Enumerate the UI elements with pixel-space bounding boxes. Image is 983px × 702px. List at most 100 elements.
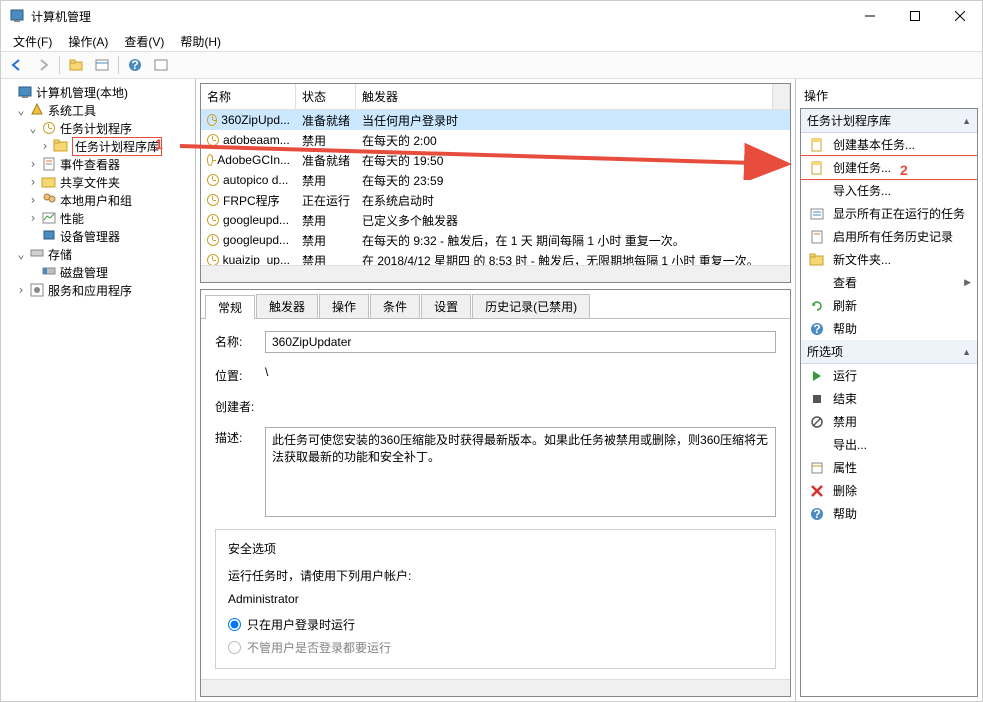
refresh-button[interactable]: [149, 54, 173, 76]
tree-event-viewer[interactable]: ›事件查看器: [3, 155, 193, 173]
action-启用所有任务历史记录[interactable]: 启用所有任务历史记录: [801, 225, 977, 248]
menu-action[interactable]: 操作(A): [62, 31, 114, 52]
action-刷新[interactable]: 刷新: [801, 294, 977, 317]
task-row[interactable]: autopico d...禁用在每天的 23:59: [201, 170, 790, 190]
clock-icon: [207, 254, 219, 265]
action-禁用[interactable]: 禁用: [801, 410, 977, 433]
doc-icon: [809, 137, 825, 153]
detail-scrollbar[interactable]: [201, 679, 790, 696]
forward-button[interactable]: [31, 54, 55, 76]
clock-icon: [207, 134, 219, 146]
svg-text:?: ?: [813, 322, 820, 336]
up-button[interactable]: [64, 54, 88, 76]
tab-general[interactable]: 常规: [205, 295, 255, 319]
tree-root[interactable]: 计算机管理(本地): [3, 83, 193, 101]
task-row[interactable]: adobeaam...禁用在每天的 2:00: [201, 130, 790, 150]
clock-icon: [207, 194, 219, 206]
security-subtitle: 运行任务时，请使用下列用户帐户:: [228, 567, 763, 584]
task-row[interactable]: googleupd...禁用在每天的 9:32 - 触发后，在 1 天 期间每隔…: [201, 230, 790, 250]
toolbar: ?: [1, 51, 982, 79]
actions-pane: 操作 任务计划程序库▲ 创建基本任务...创建任务...导入任务...显示所有正…: [796, 79, 982, 701]
tree-disk-mgmt[interactable]: 磁盘管理: [3, 263, 193, 281]
tab-triggers[interactable]: 触发器: [256, 294, 318, 318]
action-帮助[interactable]: ?帮助: [801, 502, 977, 525]
action-运行[interactable]: 运行: [801, 364, 977, 387]
action-帮助[interactable]: ?帮助: [801, 317, 977, 340]
tab-history[interactable]: 历史记录(已禁用): [472, 294, 590, 318]
menu-help[interactable]: 帮助(H): [174, 31, 227, 52]
actions-group-library[interactable]: 任务计划程序库▲: [801, 109, 977, 133]
svg-text:?: ?: [813, 507, 820, 521]
task-detail-panel: 常规 触发器 操作 条件 设置 历史记录(已禁用) 名称:360ZipUpdat…: [200, 289, 791, 697]
delete-icon: [809, 483, 825, 499]
help-icon: ?: [809, 321, 825, 337]
menu-view[interactable]: 查看(V): [118, 31, 170, 52]
maximize-button[interactable]: [892, 1, 937, 31]
task-list: 名称 状态 触发器 360ZipUpd...准备就绪当任何用户登录时adobea…: [200, 83, 791, 283]
folder-icon: [809, 252, 825, 268]
col-header-status[interactable]: 状态: [296, 84, 356, 109]
clock-icon: [207, 214, 219, 226]
action-属性[interactable]: 属性: [801, 456, 977, 479]
refresh-icon: [809, 298, 825, 314]
task-row[interactable]: 360ZipUpd...准备就绪当任何用户登录时: [201, 110, 790, 130]
security-user: Administrator: [228, 592, 763, 606]
tree-performance[interactable]: ›性能: [3, 209, 193, 227]
help-button[interactable]: ?: [123, 54, 147, 76]
radio-logged-on[interactable]: [228, 618, 241, 631]
disable-icon: [809, 414, 825, 430]
play-icon: [809, 368, 825, 384]
app-icon: [9, 8, 25, 24]
tree-device-manager[interactable]: 设备管理器: [3, 227, 193, 245]
log-icon: [809, 229, 825, 245]
action-创建基本任务[interactable]: 创建基本任务...: [801, 133, 977, 156]
tree-services-apps[interactable]: ›服务和应用程序: [3, 281, 193, 299]
navigation-tree[interactable]: 计算机管理(本地) ⌄系统工具 ⌄任务计划程序 ›任务计划程序库 ›事件查看器 …: [1, 79, 196, 701]
props-icon: [809, 460, 825, 476]
clock-icon: [207, 154, 213, 166]
col-header-name[interactable]: 名称: [201, 84, 296, 109]
radio-any[interactable]: [228, 641, 241, 654]
actions-title: 操作: [800, 83, 978, 108]
action-删除[interactable]: 删除: [801, 479, 977, 502]
action-创建任务[interactable]: 创建任务...: [800, 155, 978, 180]
action-导入任务[interactable]: 导入任务...: [801, 179, 977, 202]
doc-icon: [809, 160, 825, 176]
tree-system-tools[interactable]: ⌄系统工具: [3, 101, 193, 119]
tree-storage[interactable]: ⌄存储: [3, 245, 193, 263]
close-button[interactable]: [937, 1, 982, 31]
blank-icon: [809, 275, 825, 291]
menu-bar: 文件(F) 操作(A) 查看(V) 帮助(H): [1, 31, 982, 51]
tab-conditions[interactable]: 条件: [370, 294, 420, 318]
clock-icon: [207, 114, 217, 126]
back-button[interactable]: [5, 54, 29, 76]
properties-button[interactable]: [90, 54, 114, 76]
action-查看[interactable]: 查看▶: [801, 271, 977, 294]
blank-icon: [809, 183, 825, 199]
action-结束[interactable]: 结束: [801, 387, 977, 410]
clock-icon: [207, 234, 219, 246]
title-bar: 计算机管理: [1, 1, 982, 31]
task-row[interactable]: AdobeGCIn...准备就绪在每天的 19:50: [201, 150, 790, 170]
tab-settings[interactable]: 设置: [421, 294, 471, 318]
tree-task-scheduler[interactable]: ⌄任务计划程序: [3, 119, 193, 137]
horizontal-scrollbar[interactable]: [201, 265, 790, 282]
minimize-button[interactable]: [847, 1, 892, 31]
task-row[interactable]: FRPC程序正在运行在系统启动时: [201, 190, 790, 210]
list-icon: [809, 206, 825, 222]
stop-icon: [809, 391, 825, 407]
tab-actions[interactable]: 操作: [319, 294, 369, 318]
actions-group-selected[interactable]: 所选项▲: [801, 340, 977, 364]
field-desc[interactable]: 此任务可使您安装的360压缩能及时获得最新版本。如果此任务被禁用或删除，则360…: [265, 427, 776, 517]
tree-task-library[interactable]: ›任务计划程序库: [3, 137, 193, 155]
menu-file[interactable]: 文件(F): [7, 31, 58, 52]
tree-local-users[interactable]: ›本地用户和组: [3, 191, 193, 209]
task-row[interactable]: googleupd...禁用已定义多个触发器: [201, 210, 790, 230]
action-显示所有正在运行的任务[interactable]: 显示所有正在运行的任务: [801, 202, 977, 225]
task-row[interactable]: kuaizip_up...禁用在 2018/4/12 星期四 的 8:53 时 …: [201, 250, 790, 265]
col-header-triggers[interactable]: 触发器: [356, 84, 773, 109]
tree-shared-folders[interactable]: ›共享文件夹: [3, 173, 193, 191]
action-导出[interactable]: 导出...: [801, 433, 977, 456]
field-name[interactable]: 360ZipUpdater: [265, 331, 776, 353]
action-新文件夹[interactable]: 新文件夹...: [801, 248, 977, 271]
